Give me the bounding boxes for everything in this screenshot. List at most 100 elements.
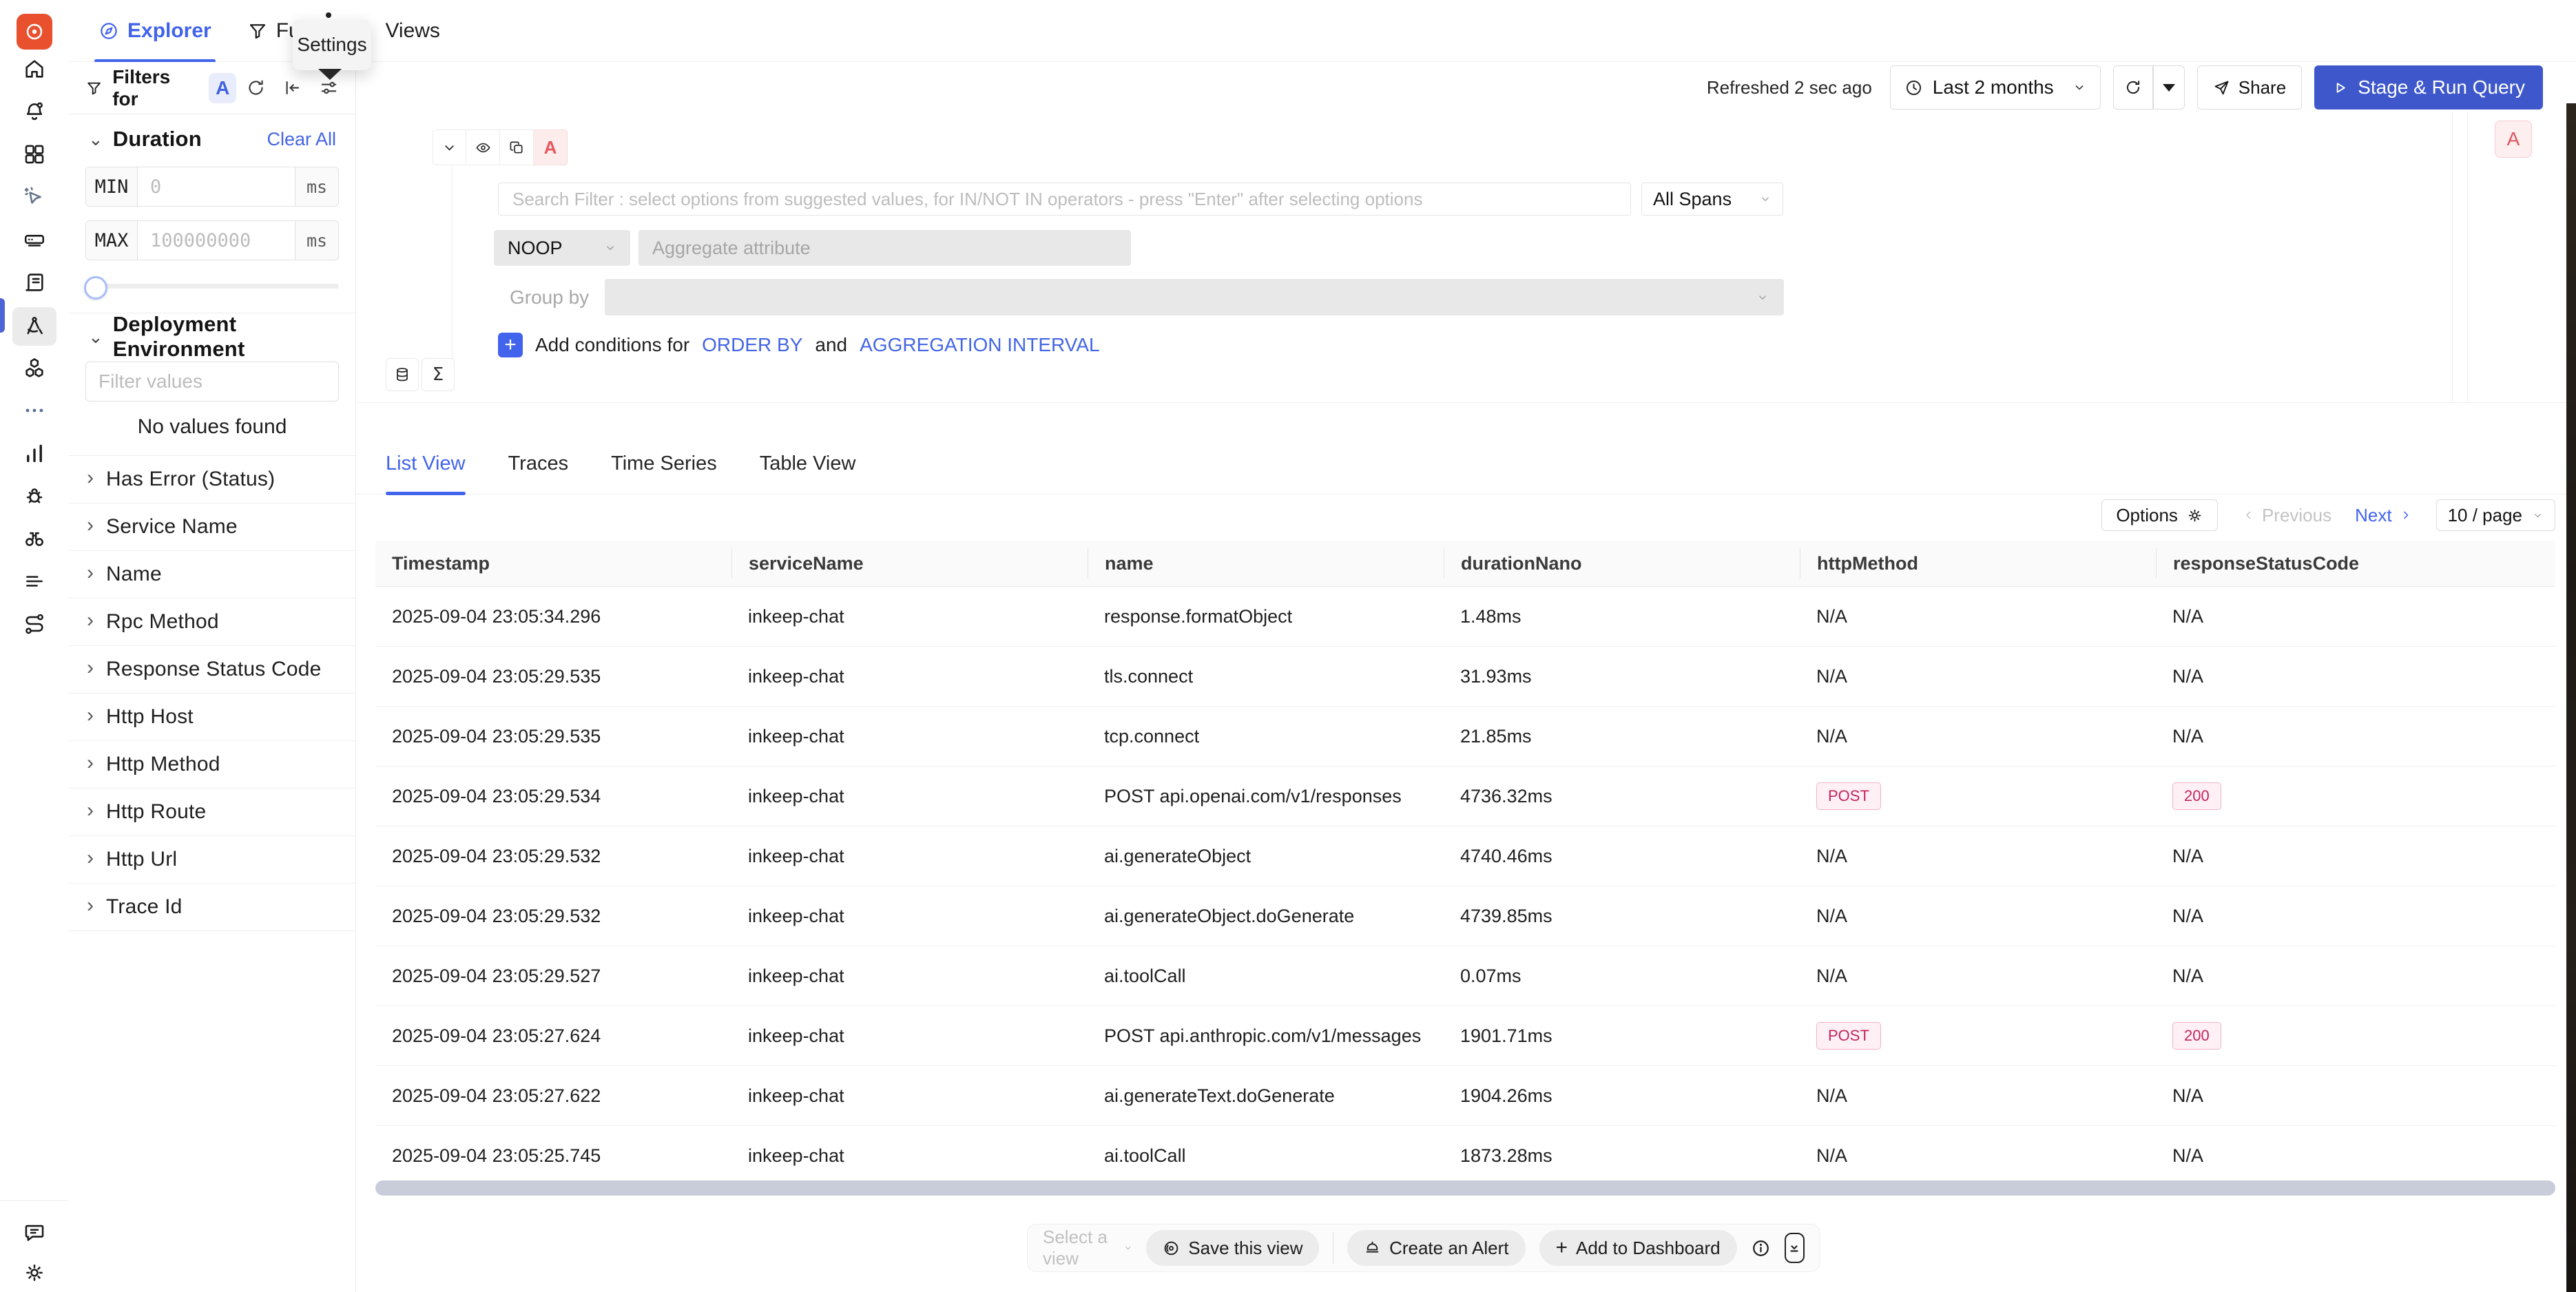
filter-section-service-name[interactable]: ›Service Name <box>69 503 355 551</box>
stage-run-query-button[interactable]: Stage & Run Query <box>2314 65 2543 110</box>
filter-settings-icon[interactable] <box>319 78 339 98</box>
cell-durationNano: 31.93ms <box>1444 666 1800 687</box>
table-row[interactable]: 2025-09-04 23:05:25.745inkeep-chatai.too… <box>375 1126 2555 1186</box>
refresh-options-button[interactable] <box>2153 65 2185 110</box>
table-row[interactable]: 2025-09-04 23:05:29.535inkeep-chattls.co… <box>375 647 2555 707</box>
exceptions-icon[interactable] <box>19 481 50 511</box>
alerts-icon[interactable] <box>19 96 50 127</box>
create-alert-button[interactable]: Create an Alert <box>1347 1230 1525 1266</box>
slider-handle[interactable] <box>84 276 107 300</box>
cell-durationNano: 4740.46ms <box>1444 846 1800 867</box>
clone-query-button[interactable] <box>500 129 534 165</box>
duration-max-input[interactable] <box>138 221 295 260</box>
clear-all-link[interactable]: Clear All <box>267 129 336 150</box>
refresh-button[interactable] <box>2113 65 2153 110</box>
share-button[interactable]: Share <box>2197 65 2302 110</box>
pipelines-icon[interactable] <box>19 566 50 596</box>
next-page-button[interactable]: Next <box>2355 505 2412 526</box>
span-scope-select[interactable]: All Spans <box>1641 183 1783 216</box>
horizontal-scrollbar[interactable] <box>375 1180 2555 1196</box>
more-icon[interactable] <box>19 395 50 426</box>
previous-page-button[interactable]: Previous <box>2241 505 2331 526</box>
column-header-serviceName[interactable]: serviceName <box>731 548 1088 579</box>
time-range-select[interactable]: Last 2 months <box>1890 65 2101 110</box>
page-size-select[interactable]: 10 / page <box>2436 499 2555 531</box>
filter-section-has-error-status-[interactable]: ›Has Error (Status) <box>69 456 355 503</box>
filter-section-deployment-environment: ⌄ Deployment Environment No values found <box>69 313 355 456</box>
table-row[interactable]: 2025-09-04 23:05:29.532inkeep-chatai.gen… <box>375 826 2555 886</box>
integrations-icon[interactable] <box>19 609 50 639</box>
column-header-durationNano[interactable]: durationNano <box>1444 548 1800 579</box>
tab-views[interactable]: Views <box>385 0 439 62</box>
table-row[interactable]: 2025-09-04 23:05:29.532inkeep-chatai.gen… <box>375 886 2555 946</box>
infrastructure-icon[interactable] <box>19 225 50 255</box>
query-rail-badge[interactable]: A <box>2495 121 2532 158</box>
order-by-link[interactable]: ORDER BY <box>702 334 802 356</box>
query-badge-a[interactable]: A <box>209 73 236 103</box>
aggregate-operator-select[interactable]: NOOP <box>494 230 630 266</box>
column-header-name[interactable]: name <box>1088 548 1444 579</box>
table-row[interactable]: 2025-09-04 23:05:34.296inkeep-chatrespon… <box>375 587 2555 647</box>
table-row[interactable]: 2025-09-04 23:05:29.534inkeep-chatPOST a… <box>375 767 2555 826</box>
group-by-select[interactable] <box>605 279 1784 315</box>
tab-time-series[interactable]: Time Series <box>611 434 717 494</box>
column-header-responseStatusCode[interactable]: responseStatusCode <box>2156 548 2555 579</box>
service-map-icon[interactable] <box>19 523 50 554</box>
duration-min-input[interactable] <box>138 167 295 206</box>
tab-explorer[interactable]: Explorer <box>98 0 211 62</box>
select-view-dropdown[interactable]: Select a view <box>1043 1227 1132 1269</box>
home-icon[interactable] <box>19 54 50 84</box>
deployment-filter-input[interactable] <box>86 371 338 393</box>
filter-section-name[interactable]: ›Name <box>69 551 355 598</box>
column-header-Timestamp[interactable]: Timestamp <box>375 548 731 579</box>
support-chat-icon[interactable] <box>19 1218 50 1248</box>
logs-icon[interactable] <box>19 267 50 298</box>
filter-section-http-host[interactable]: ›Http Host <box>69 694 355 741</box>
table-row[interactable]: 2025-09-04 23:05:27.622inkeep-chatai.gen… <box>375 1066 2555 1126</box>
query-label-badge[interactable]: A <box>534 129 568 165</box>
table-row[interactable]: 2025-09-04 23:05:27.624inkeep-chatPOST a… <box>375 1006 2555 1066</box>
options-button[interactable]: Options <box>2101 499 2218 531</box>
metrics-icon[interactable] <box>19 353 50 383</box>
aggregate-attribute-field[interactable]: Aggregate attribute <box>638 230 1131 266</box>
sync-icon[interactable] <box>246 78 266 98</box>
add-formula-button[interactable]: Σ <box>422 358 455 391</box>
export-panel-button[interactable] <box>1785 1233 1805 1263</box>
traces-icon[interactable] <box>12 307 56 346</box>
tab-traces[interactable]: Traces <box>508 434 569 494</box>
filter-section-response-status-code[interactable]: ›Response Status Code <box>69 646 355 694</box>
filter-section-rpc-method[interactable]: ›Rpc Method <box>69 598 355 646</box>
filter-section-http-route[interactable]: ›Http Route <box>69 789 355 836</box>
filter-section-http-method[interactable]: ›Http Method <box>69 741 355 789</box>
tab-list-view[interactable]: List View <box>386 434 466 494</box>
chevron-down-icon <box>2532 510 2544 521</box>
max-unit: ms <box>295 221 338 260</box>
filter-section-http-url[interactable]: ›Http Url <box>69 836 355 884</box>
usage-chart-icon[interactable] <box>19 438 50 468</box>
duration-title: Duration <box>113 127 202 152</box>
quick-actions-icon[interactable] <box>19 182 50 212</box>
add-to-dashboard-button[interactable]: + Add to Dashboard <box>1539 1230 1737 1266</box>
filter-section-trace-id[interactable]: ›Trace Id <box>69 884 355 931</box>
window-edge-scrollbar[interactable] <box>2566 103 2576 1292</box>
signoz-logo[interactable] <box>17 14 52 50</box>
aggregation-interval-link[interactable]: AGGREGATION INTERVAL <box>860 334 1100 356</box>
tab-table-view[interactable]: Table View <box>760 434 856 494</box>
settings-tooltip: Settings <box>293 19 371 70</box>
table-row[interactable]: 2025-09-04 23:05:29.527inkeep-chatai.too… <box>375 946 2555 1006</box>
slider-track[interactable] <box>85 284 339 289</box>
search-filter-input[interactable] <box>499 189 1630 210</box>
dashboards-icon[interactable] <box>19 139 50 169</box>
deployment-section-header[interactable]: ⌄ Deployment Environment <box>85 323 339 351</box>
plus-icon[interactable]: + <box>498 333 523 357</box>
save-view-button[interactable]: Save this view <box>1146 1230 1319 1266</box>
toggle-visibility-button[interactable] <box>466 129 500 165</box>
info-icon[interactable] <box>1751 1238 1771 1258</box>
add-query-button[interactable] <box>386 358 419 391</box>
collapse-panel-icon[interactable] <box>282 78 302 98</box>
column-header-httpMethod[interactable]: httpMethod <box>1800 548 2156 579</box>
collapse-query-button[interactable] <box>433 129 466 165</box>
duration-section-header[interactable]: ⌄ Duration Clear All <box>85 125 339 153</box>
table-row[interactable]: 2025-09-04 23:05:29.535inkeep-chattcp.co… <box>375 707 2555 767</box>
settings-gear-icon[interactable] <box>19 1258 50 1288</box>
